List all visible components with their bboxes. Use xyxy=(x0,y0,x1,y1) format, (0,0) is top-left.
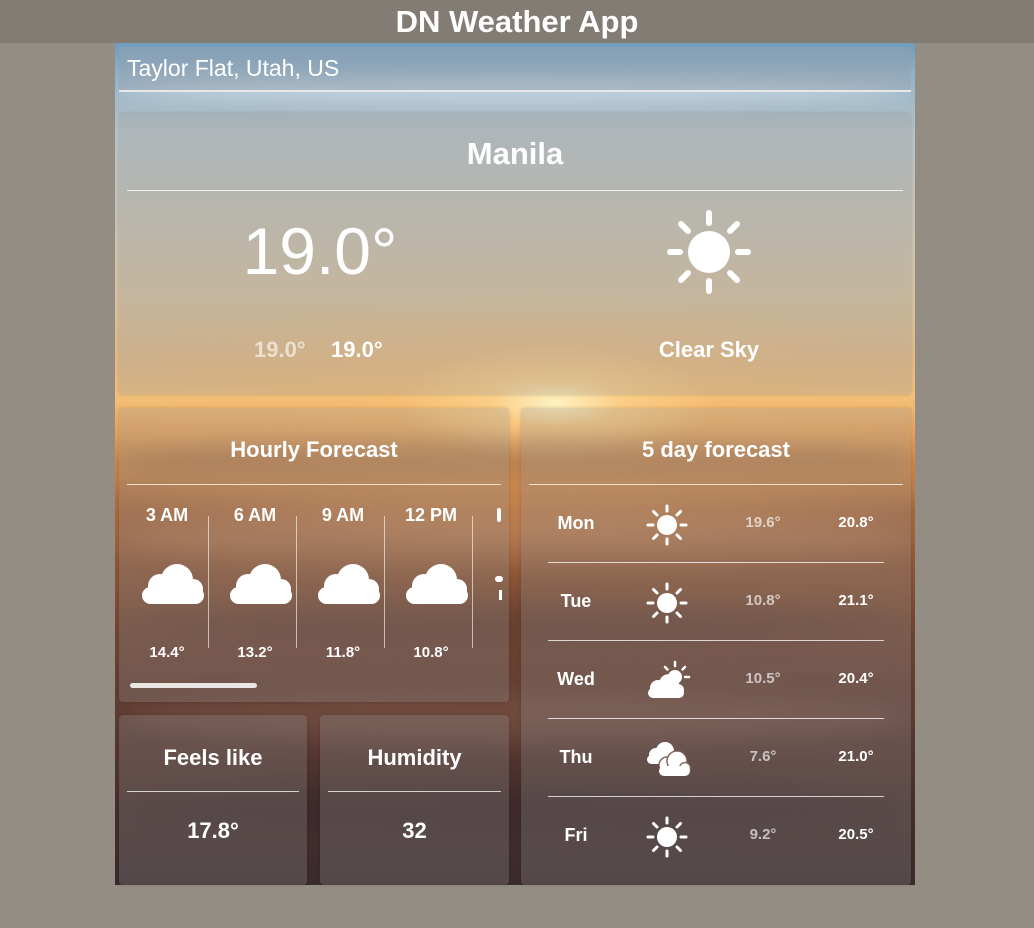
hourly-item: 6 AM 13.2° xyxy=(211,505,299,675)
day-low: 10.8° xyxy=(745,592,781,609)
humidity-panel xyxy=(320,715,509,885)
hourly-scrollbar[interactable] xyxy=(130,683,257,688)
day-low: 9.2° xyxy=(749,826,777,843)
daily-row: Mon 19.6° 20.8° xyxy=(548,484,884,562)
hour-temp: 11.8° xyxy=(325,644,361,661)
day-high: 21.0° xyxy=(838,748,874,765)
hourly-divider xyxy=(472,516,473,648)
hourly-item-partial xyxy=(492,508,503,608)
location-search-input[interactable] xyxy=(119,47,911,92)
daily-row: Thu 7.6° 21.0° xyxy=(548,718,884,796)
sun-icon xyxy=(645,815,689,864)
sun-icon xyxy=(664,207,754,302)
day-low: 7.6° xyxy=(749,748,777,765)
day-low: 19.6° xyxy=(745,514,781,531)
weather-condition: Clear Sky xyxy=(658,337,760,362)
humidity-value: 32 xyxy=(402,818,427,843)
divider xyxy=(127,791,299,792)
day-high: 21.1° xyxy=(838,592,874,609)
clouds-icon xyxy=(645,737,692,786)
cloud-icon xyxy=(404,563,470,610)
temp-min: 19.0° xyxy=(254,337,306,362)
hourly-forecast-title: Hourly Forecast xyxy=(230,437,398,462)
hourly-divider xyxy=(384,516,385,648)
hourly-item: 3 AM 14.4° xyxy=(123,505,211,675)
day-name: Fri xyxy=(564,825,588,845)
daily-row: Tue 10.8° 21.1° xyxy=(548,562,884,640)
divider xyxy=(127,484,501,485)
divider xyxy=(328,791,501,792)
hourly-item: 12 PM 10.8° xyxy=(387,505,475,675)
hour-temp: 13.2° xyxy=(237,644,273,661)
daily-row: Wed 10.5° 20.4° xyxy=(548,640,884,718)
five-day-forecast-title: 5 day forecast xyxy=(642,437,790,462)
sun-icon xyxy=(645,503,689,552)
feels-like-value: 17.8° xyxy=(187,818,239,843)
hourly-divider xyxy=(208,516,209,648)
feels-like-panel xyxy=(119,715,307,885)
sun-icon xyxy=(645,581,689,630)
temp-max: 19.0° xyxy=(331,337,383,362)
daily-row: Fri 9.2° 20.5° xyxy=(548,796,884,874)
humidity-label: Humidity xyxy=(367,745,462,770)
hourly-divider xyxy=(296,516,297,648)
hour-temp: 14.4° xyxy=(149,644,185,661)
hour-time: 9 AM xyxy=(321,505,365,525)
app-header: DN Weather App xyxy=(0,0,1034,43)
city-name: Manila xyxy=(466,136,564,171)
current-temperature: 19.0° xyxy=(242,214,398,288)
hour-time: 3 AM xyxy=(145,505,189,525)
cloud-icon xyxy=(228,563,294,610)
day-high: 20.4° xyxy=(838,670,874,687)
hour-time: 6 AM xyxy=(233,505,277,525)
day-low: 10.5° xyxy=(745,670,781,687)
hourly-scroll-area[interactable]: 3 AM 14.4° 6 AM 13.2° 9 AM 11.8° 12 PM 1… xyxy=(123,500,503,680)
app-title: DN Weather App xyxy=(395,3,639,39)
day-name: Tue xyxy=(560,591,592,611)
hour-temp: 10.8° xyxy=(413,644,449,661)
feels-like-label: Feels like xyxy=(163,745,263,770)
day-high: 20.8° xyxy=(838,514,874,531)
cloud-icon xyxy=(316,563,382,610)
cloud-icon xyxy=(140,563,206,610)
hourly-item: 9 AM 11.8° xyxy=(299,505,387,675)
day-name: Thu xyxy=(559,747,593,767)
partly-cloudy-icon xyxy=(645,659,691,708)
day-name: Mon xyxy=(557,513,595,533)
day-high: 20.5° xyxy=(838,826,874,843)
hour-time: 12 PM xyxy=(404,505,458,525)
day-name: Wed xyxy=(557,669,595,689)
divider xyxy=(127,190,903,191)
